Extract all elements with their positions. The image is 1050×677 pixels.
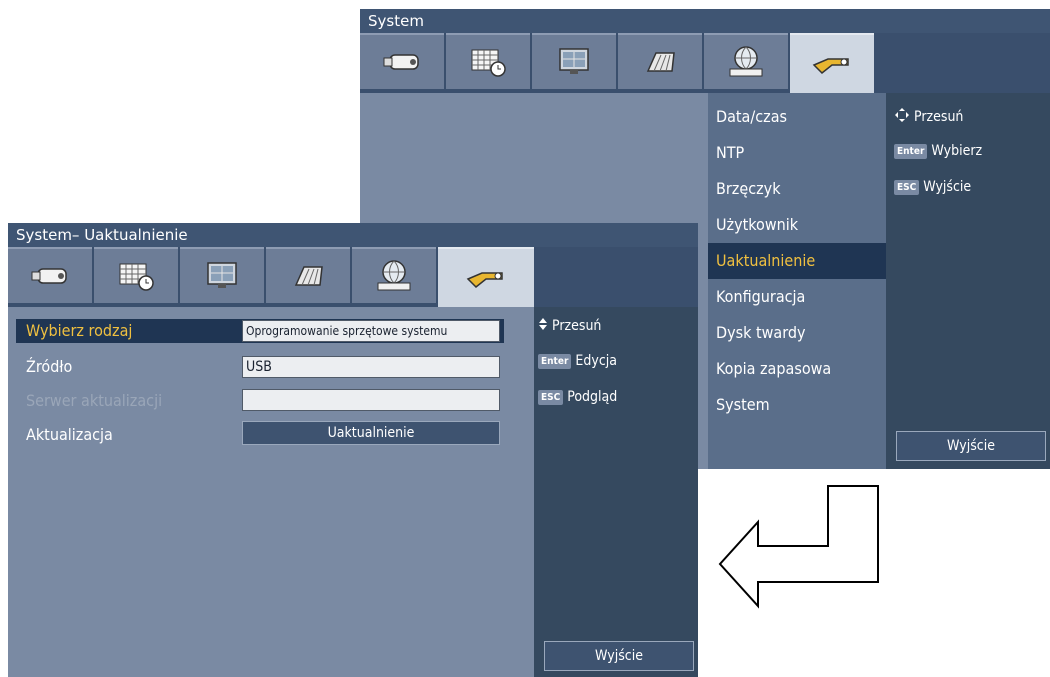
tab-network[interactable] [352, 247, 436, 303]
tab-camera[interactable] [8, 247, 92, 303]
enter-key-badge: Enter [538, 353, 572, 369]
select-type-label: Wybierz rodzaj [26, 321, 133, 340]
move-arrows-icon [894, 107, 910, 127]
enter-key-badge: Enter [894, 143, 928, 159]
esc-key-badge: ESC [894, 179, 920, 195]
storage-icon [642, 47, 678, 77]
menu-item-uaktualnienie[interactable]: Uaktualnienie [708, 243, 886, 279]
updown-arrow-icon [538, 317, 548, 335]
camera-icon [382, 49, 422, 75]
tab-monitor[interactable] [532, 33, 616, 89]
hint-enter-text: Edycja [575, 353, 617, 369]
monitor-icon [556, 46, 592, 78]
transition-arrow-icon [718, 485, 879, 609]
server-field[interactable] [242, 389, 500, 411]
hint-enter: Enter Wybierz [894, 143, 982, 159]
source-field[interactable]: USB [242, 356, 500, 378]
tools-icon [810, 51, 854, 77]
select-type-field[interactable]: Oprogramowanie sprzętowe systemu [242, 320, 500, 342]
top-tab-row [360, 33, 1050, 93]
hint-esc: ESC Wyjście [894, 179, 971, 195]
camera-icon [30, 263, 70, 289]
hint-move: Przesuń [538, 317, 601, 335]
update-label: Aktualizacja [26, 425, 113, 444]
menu-item-brzeczyk[interactable]: Brzęczyk [708, 171, 886, 207]
hint-move: Przesuń [894, 107, 963, 127]
top-exit-button[interactable]: Wyjście [896, 431, 1046, 461]
menu-item-konfiguracja[interactable]: Konfiguracja [708, 279, 886, 315]
tab-monitor[interactable] [180, 247, 264, 303]
storage-icon [290, 261, 326, 291]
monitor-icon [204, 260, 240, 292]
menu-item-dysk-twardy[interactable]: Dysk twardy [708, 315, 886, 351]
network-icon [372, 258, 416, 294]
bottom-window: System– Uaktualnienie Wybierz rodzaj Opr… [8, 223, 698, 677]
tab-tools[interactable] [438, 247, 534, 307]
bottom-exit-button[interactable]: Wyjście [544, 641, 694, 671]
tab-schedule[interactable] [94, 247, 178, 303]
tab-schedule[interactable] [446, 33, 530, 89]
tab-storage[interactable] [266, 247, 350, 303]
tab-network[interactable] [704, 33, 788, 89]
network-icon [724, 44, 768, 80]
bottom-window-title: System– Uaktualnienie [8, 223, 698, 247]
hint-enter: Enter Edycja [538, 353, 617, 369]
top-menu: Data/czas NTP Brzęczyk Użytkownik Uaktua… [708, 93, 886, 469]
hint-enter-text: Wybierz [931, 143, 983, 159]
top-window-title: System [360, 9, 1050, 33]
update-button[interactable]: Uaktualnienie [242, 421, 500, 445]
server-label: Serwer aktualizacji [26, 391, 163, 410]
hint-esc-text: Podgląd [567, 389, 618, 405]
hint-esc: ESC Podgląd [538, 389, 617, 405]
top-hint-panel: Przesuń Enter Wybierz ESC Wyjście Wyjści… [886, 93, 1050, 469]
menu-item-system[interactable]: System [708, 387, 886, 423]
tools-icon [464, 265, 508, 291]
schedule-icon [468, 47, 508, 77]
schedule-icon [116, 261, 156, 291]
hint-move-text: Przesuń [552, 318, 602, 334]
esc-key-badge: ESC [538, 389, 564, 405]
bottom-tab-row [8, 247, 698, 307]
source-label: Źródło [26, 357, 73, 376]
hint-move-text: Przesuń [914, 109, 964, 125]
hint-esc-text: Wyjście [923, 179, 972, 195]
menu-item-ntp[interactable]: NTP [708, 135, 886, 171]
tab-storage[interactable] [618, 33, 702, 89]
menu-item-uzytkownik[interactable]: Użytkownik [708, 207, 886, 243]
menu-item-kopia-zapasowa[interactable]: Kopia zapasowa [708, 351, 886, 387]
tab-camera[interactable] [360, 33, 444, 89]
tab-tools[interactable] [790, 33, 874, 93]
menu-item-data-czas[interactable]: Data/czas [708, 99, 886, 135]
bottom-hint-panel: Przesuń Enter Edycja ESC Podgląd Wyjście [534, 307, 698, 677]
